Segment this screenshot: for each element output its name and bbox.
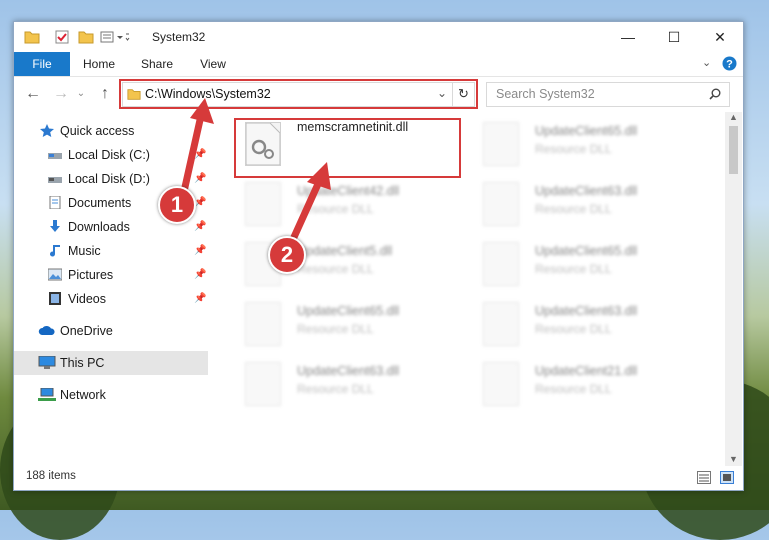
annotation-arrows: [179, 98, 331, 250]
step-marker-2: 2: [268, 236, 306, 274]
step-marker-1: 1: [158, 186, 196, 224]
